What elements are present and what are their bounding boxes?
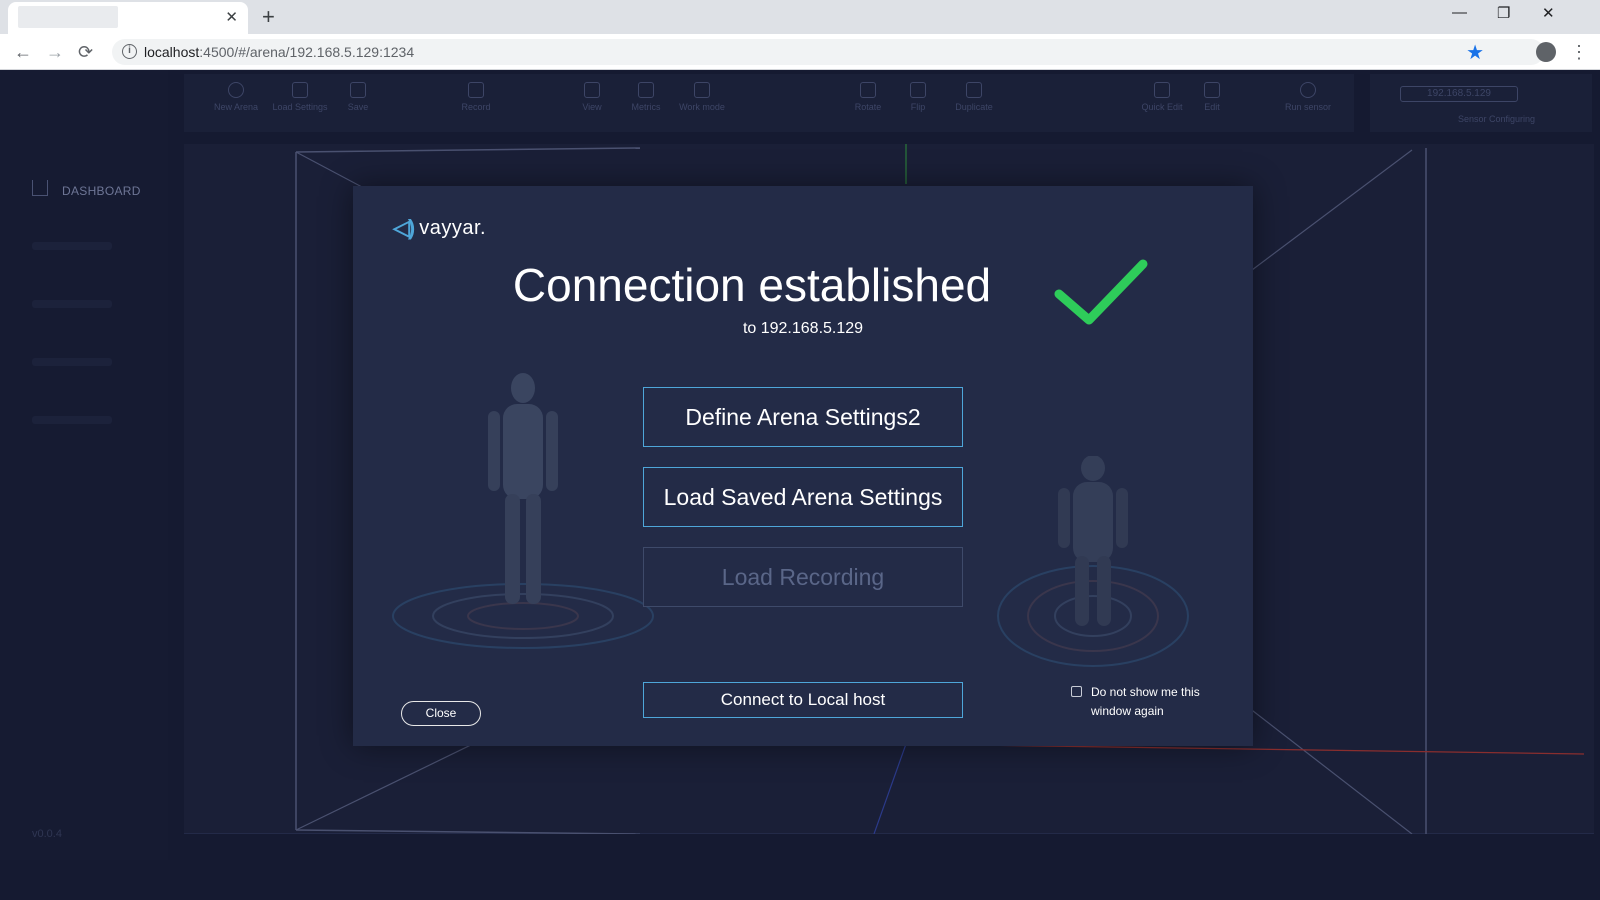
new-arena-button[interactable]: New Arena [208, 82, 264, 112]
duplicate-icon [966, 82, 982, 98]
toolbar-label: New Arena [213, 102, 259, 112]
sensor-status: Sensor Configuring [1458, 114, 1536, 124]
save-button[interactable]: Save [330, 82, 386, 112]
toolbar-label: Flip [910, 102, 926, 112]
vayyar-logo-mark-icon: ◁) [393, 215, 415, 240]
toolbar-label: Duplicate [955, 102, 993, 112]
do-not-show-label[interactable]: Do not show me this window again [1091, 683, 1221, 721]
record-button[interactable]: Record [448, 82, 504, 112]
checkmark-icon [1054, 259, 1148, 325]
load-icon [292, 82, 308, 98]
version-label: v0.0.4 [32, 828, 62, 840]
duplicate-button[interactable]: Duplicate [946, 82, 1002, 112]
run-sensor-button[interactable]: Run sensor [1280, 82, 1336, 112]
sidebar: DASHBOARD v0.0.4 [0, 70, 168, 860]
plus-circle-icon [228, 82, 244, 98]
work-mode-button[interactable]: Work mode [674, 82, 730, 112]
reload-icon[interactable]: ⟳ [78, 42, 93, 62]
restore-icon[interactable]: ❐ [1497, 4, 1510, 22]
bookmark-star-icon[interactable]: ★ [1466, 40, 1484, 65]
url-path: :4500/#/arena/192.168.5.129:1234 [199, 44, 415, 60]
save-icon [350, 82, 366, 98]
quick-edit-button[interactable]: Quick Edit [1134, 82, 1190, 112]
toolbar-label: Metrics [631, 102, 661, 112]
url-host: localhost [144, 44, 200, 60]
metrics-button[interactable]: Metrics [618, 82, 674, 112]
info-icon[interactable]: i [122, 44, 137, 59]
tab-title [18, 6, 118, 28]
load-recording-button[interactable]: Load Recording [643, 547, 963, 607]
toolbar-label: Work mode [679, 102, 725, 112]
flip-icon [910, 82, 926, 98]
tab-close-icon[interactable]: ✕ [225, 8, 238, 26]
do-not-show-checkbox[interactable] [1071, 686, 1082, 697]
dialog-subtitle: to 192.168.5.129 [742, 320, 864, 337]
sidebar-item[interactable] [32, 242, 112, 250]
toolbar-label: Run sensor [1284, 102, 1332, 112]
browser-tab-bar: ✕ + — ❐ ✕ [0, 0, 1600, 34]
close-button[interactable]: Close [401, 701, 481, 726]
toolbar-label: Load Settings [272, 102, 328, 112]
home-icon [32, 180, 48, 196]
edit-button[interactable]: Edit [1184, 82, 1240, 112]
minimize-icon[interactable]: — [1452, 4, 1467, 21]
sensor-ip-field[interactable]: 192.168.5.129 [1400, 86, 1518, 102]
record-icon [468, 82, 484, 98]
wm-icon [694, 82, 710, 98]
quick-edit-icon [1154, 82, 1170, 98]
rotate-button[interactable]: Rotate [840, 82, 896, 112]
figure-illustration-right [997, 456, 1189, 667]
window-close-icon[interactable]: ✕ [1542, 4, 1555, 22]
load-saved-arena-settings-button[interactable]: Load Saved Arena Settings [643, 467, 963, 527]
load-settings-button[interactable]: Load Settings [272, 82, 328, 112]
address-bar[interactable]: i localhost:4500/#/arena/192.168.5.129:1… [112, 39, 1544, 65]
toolbar-label: Edit [1204, 102, 1220, 112]
url-text[interactable]: localhost:4500/#/arena/192.168.5.129:123… [144, 44, 414, 60]
sidebar-item[interactable] [32, 300, 112, 308]
vayyar-logo: ◁) vayyar. [393, 214, 486, 242]
browser-toolbar: ← → ⟳ i localhost:4500/#/arena/192.168.5… [0, 34, 1600, 70]
browser-menu-icon[interactable]: ⋮ [1570, 42, 1588, 63]
figure-illustration-left [392, 373, 654, 649]
toolbar-label: Rotate [854, 102, 882, 112]
toolbar-label: Quick Edit [1141, 102, 1183, 112]
toolbar-label: View [582, 102, 602, 112]
sidebar-item[interactable] [32, 358, 112, 366]
sensor-panel: 192.168.5.129 Sensor Configuring [1370, 74, 1592, 132]
account-icon[interactable] [1536, 42, 1556, 62]
connection-dialog: ◁) vayyar. Connection established to 192… [353, 186, 1253, 746]
view-button[interactable]: View [564, 82, 620, 112]
new-tab-button[interactable]: + [262, 4, 275, 30]
toolbar-label: Save [347, 102, 369, 112]
app-toolbar: New Arena Load Settings Save Record View… [184, 74, 1354, 132]
rotate-icon [860, 82, 876, 98]
define-arena-settings-button[interactable]: Define Arena Settings2 [643, 387, 963, 447]
flip-button[interactable]: Flip [890, 82, 946, 112]
toolbar-label: Record [461, 102, 491, 112]
browser-tab[interactable]: ✕ [8, 2, 248, 34]
back-icon[interactable]: ← [14, 42, 32, 62]
dialog-title-text: Connection established [512, 259, 992, 311]
sliders-icon [638, 82, 654, 98]
logo-text: vayyar. [419, 216, 487, 239]
sidebar-item[interactable] [32, 416, 112, 424]
cube-icon [584, 82, 600, 98]
pencil-icon [1204, 82, 1220, 98]
forward-icon[interactable]: → [46, 42, 64, 62]
sidebar-item-dashboard[interactable]: DASHBOARD [62, 184, 141, 198]
play-icon [1300, 82, 1316, 98]
connect-local-host-button[interactable]: Connect to Local host [643, 682, 963, 718]
